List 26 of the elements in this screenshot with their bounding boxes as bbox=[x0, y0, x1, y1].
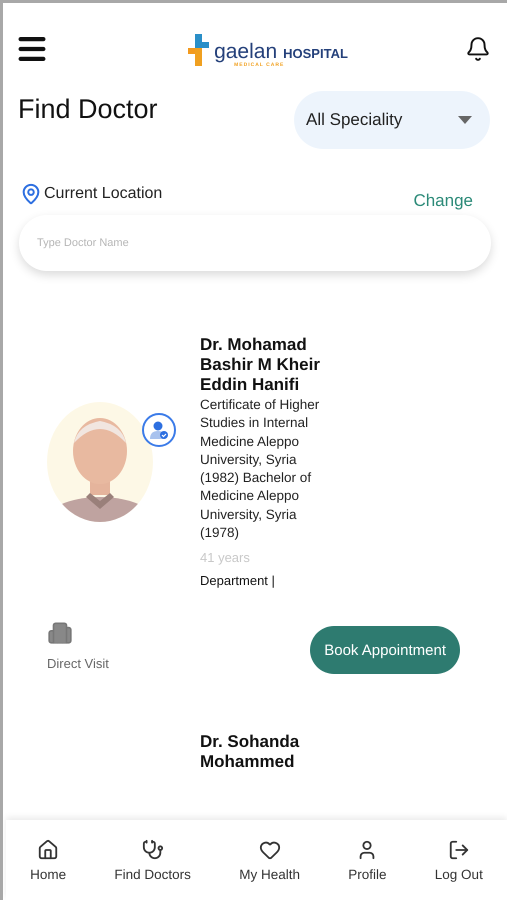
nav-item[interactable]: My Health bbox=[239, 838, 300, 882]
nav-item[interactable]: Profile bbox=[348, 838, 387, 882]
page-title: Find Doctor bbox=[18, 94, 158, 124]
visit-type: Direct Visit bbox=[47, 656, 109, 672]
stethoscope-icon bbox=[142, 838, 164, 860]
doctor-name: Dr. Mohamad Bashir M Kheir Eddin Hanifi bbox=[200, 335, 321, 395]
logo-word: HOSPITAL bbox=[283, 46, 348, 60]
caret-icon bbox=[458, 116, 472, 124]
search-field[interactable]: Type Doctor Name bbox=[19, 215, 491, 271]
department-label: Department | bbox=[200, 573, 276, 588]
logo-icon bbox=[188, 34, 210, 68]
notification-button[interactable] bbox=[464, 36, 491, 62]
nav-item[interactable]: Find Doctors bbox=[114, 838, 191, 882]
location-pin-icon bbox=[20, 183, 42, 205]
nav-item[interactable]: Log Out bbox=[434, 838, 483, 882]
home-icon bbox=[37, 838, 60, 860]
doctor-name: Dr. Sohanda Mohammed bbox=[200, 732, 300, 772]
nav-item[interactable]: Home bbox=[30, 838, 66, 882]
logout-icon bbox=[448, 838, 470, 860]
logo-name: gaelan bbox=[214, 40, 278, 62]
doctor-qualifications: Certificate of Higher Studies in Internal Medicine Aleppo University, Syria (1982) Bachelor of Medicine Aleppo University, Syria (1978) bbox=[200, 396, 320, 542]
heart-icon bbox=[258, 838, 281, 860]
speciality-dropdown[interactable]: All Speciality bbox=[294, 91, 490, 149]
location-label: Current Location bbox=[44, 185, 162, 203]
book-appointment-button[interactable]: Book Appointment bbox=[310, 626, 460, 674]
change-link[interactable]: Change bbox=[413, 191, 473, 211]
